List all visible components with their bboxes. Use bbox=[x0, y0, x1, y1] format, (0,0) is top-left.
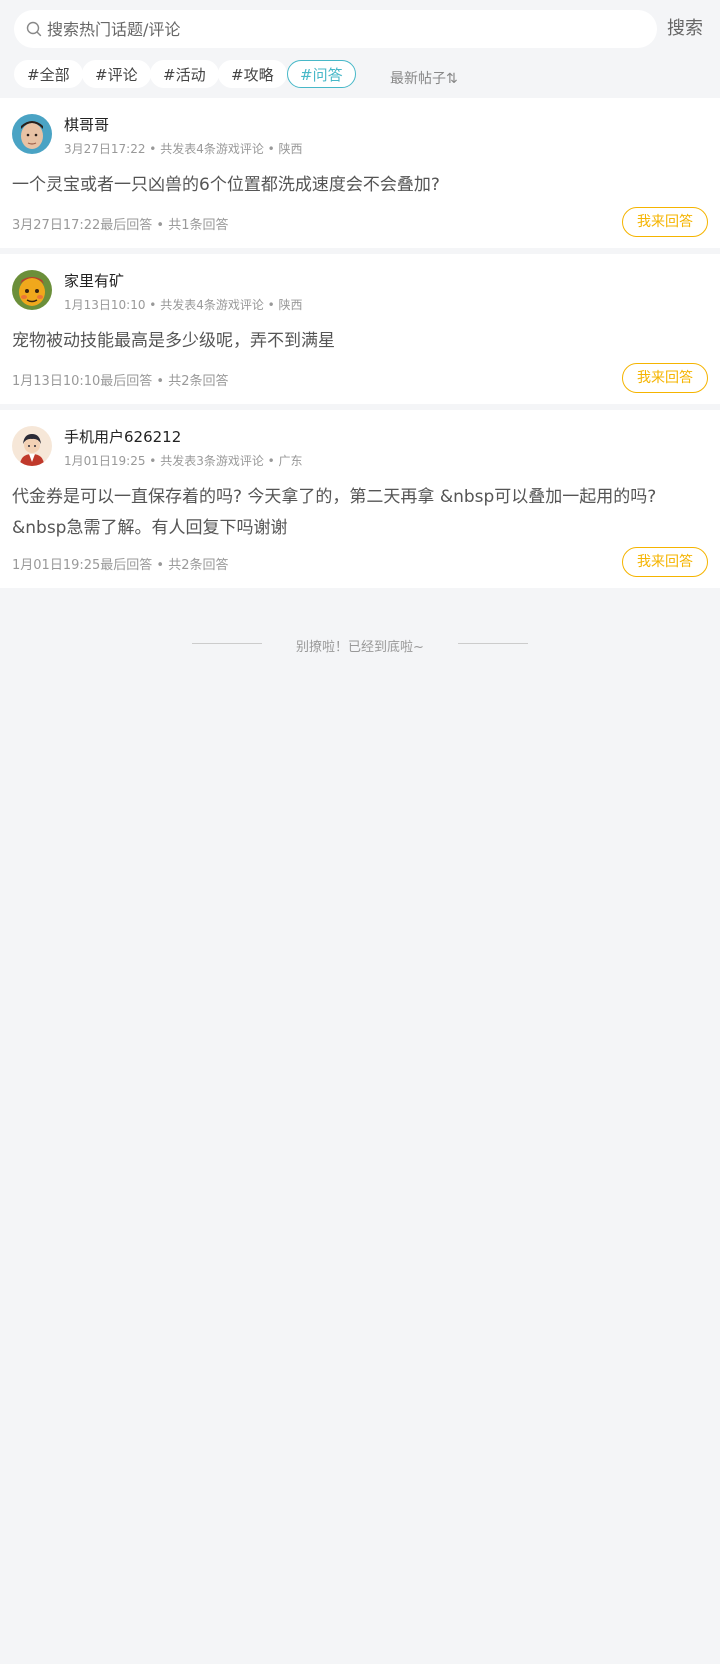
username[interactable]: 家里有矿 bbox=[64, 270, 124, 291]
post-question[interactable]: 宠物被动技能最高是多少级呢，弄不到满星 bbox=[12, 326, 708, 357]
answer-button[interactable]: 我来回答 bbox=[622, 207, 708, 237]
divider-right bbox=[458, 643, 528, 644]
tag-filter-bar: #全部 #评论 #活动 #攻略 #问答 最新帖子⇅ bbox=[0, 56, 720, 96]
post-question[interactable]: 一个灵宝或者一只凶兽的6个位置都洗成速度会不会叠加? bbox=[12, 170, 708, 201]
tag-activity[interactable]: #活动 bbox=[150, 60, 219, 88]
answer-meta: 1月01日19:25最后回答 • 共2条回答 bbox=[12, 558, 229, 573]
tag-qa[interactable]: #问答 bbox=[287, 60, 356, 88]
tag-guide[interactable]: #攻略 bbox=[218, 60, 287, 88]
avatar bbox=[12, 114, 52, 154]
answer-meta: 1月13日10:10最后回答 • 共2条回答 bbox=[12, 374, 229, 389]
post-card: 棋哥哥 3月27日17:22 • 共发表4条游戏评论 • 陕西 一个灵宝或者一只… bbox=[0, 98, 720, 248]
answer-button[interactable]: 我来回答 bbox=[622, 363, 708, 393]
search-icon bbox=[26, 21, 42, 37]
search-box[interactable] bbox=[14, 10, 657, 48]
search-input[interactable] bbox=[47, 10, 647, 48]
answer-meta: 3月27日17:22最后回答 • 共1条回答 bbox=[12, 218, 229, 233]
user-avatar-icon bbox=[12, 114, 52, 154]
avatar bbox=[12, 426, 52, 466]
tag-all[interactable]: #全部 bbox=[14, 60, 83, 88]
end-of-list-notice: 别撩啦！已经到底啦~ bbox=[296, 640, 424, 655]
username[interactable]: 手机用户626212 bbox=[64, 426, 181, 447]
user-avatar-icon bbox=[12, 270, 52, 310]
avatar bbox=[12, 270, 52, 310]
search-bar: 搜索 bbox=[0, 0, 720, 56]
tag-review[interactable]: #评论 bbox=[82, 60, 151, 88]
post-card: 手机用户626212 1月01日19:25 • 共发表3条游戏评论 • 广东 代… bbox=[0, 410, 720, 588]
post-meta: 3月27日17:22 • 共发表4条游戏评论 • 陕西 bbox=[64, 142, 303, 156]
post-meta: 1月01日19:25 • 共发表3条游戏评论 • 广东 bbox=[64, 454, 303, 468]
default-avatar-icon bbox=[12, 426, 52, 466]
sort-toggle[interactable]: 最新帖子⇅ bbox=[390, 68, 458, 88]
search-button[interactable]: 搜索 bbox=[667, 14, 703, 40]
username[interactable]: 棋哥哥 bbox=[64, 114, 109, 135]
post-meta: 1月13日10:10 • 共发表4条游戏评论 • 陕西 bbox=[64, 298, 303, 312]
post-card: 家里有矿 1月13日10:10 • 共发表4条游戏评论 • 陕西 宠物被动技能最… bbox=[0, 254, 720, 404]
answer-button[interactable]: 我来回答 bbox=[622, 547, 708, 577]
post-question[interactable]: 代金券是可以一直保存着的吗? 今天拿了的，第二天再拿 &nbsp可以叠加一起用的… bbox=[12, 482, 708, 544]
